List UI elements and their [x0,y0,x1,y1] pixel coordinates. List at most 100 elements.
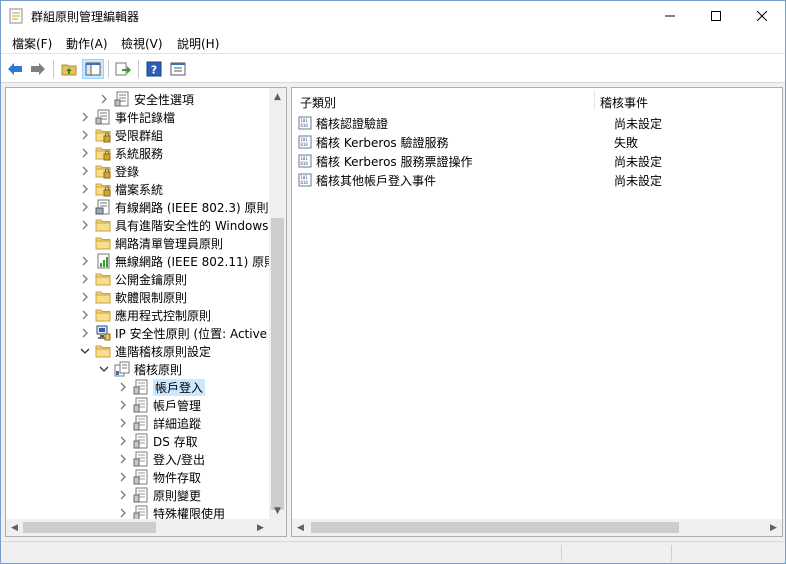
back-button[interactable] [4,59,26,79]
tree-item[interactable]: 進階稽核原則設定 [79,342,211,360]
audit-category-icon [133,379,149,395]
tree-item-label: 帳戶登入 [153,378,206,396]
list-item[interactable]: 101 010 稽核 Kerberos 驗證服務 失敗 [298,133,768,151]
chevron-right-icon[interactable] [79,108,91,126]
toolbar: ? [1,53,785,83]
chevron-right-icon[interactable] [117,414,129,432]
tree-item[interactable]: 受限群組 [79,126,163,144]
tree-item[interactable]: 檔案系統 [79,180,163,198]
tree-horizontal-scroll-thumb[interactable] [23,522,156,533]
maximize-button[interactable] [693,1,739,31]
menu-view[interactable]: 檢視(V) [121,35,163,52]
chevron-right-icon[interactable] [117,486,129,504]
show-hide-tree-button[interactable] [82,59,104,79]
column-header-audit-events[interactable]: 稽核事件 [600,94,648,111]
chevron-right-icon[interactable] [79,306,91,324]
column-header-subcategory[interactable]: 子類別 [300,94,336,111]
chevron-right-icon[interactable] [79,324,91,342]
chevron-right-icon[interactable] [79,162,91,180]
chevron-right-icon[interactable] [79,180,91,198]
chevron-right-icon[interactable] [117,432,129,450]
list-item[interactable]: 101 010 稽核其他帳戶登入事件 尚未設定 [298,171,768,189]
minimize-button[interactable] [647,1,693,31]
scroll-right-arrow-icon[interactable]: ▶ [765,519,782,536]
tree-item[interactable]: 詳細追蹤 [117,414,201,432]
tree-item[interactable]: 安全性選項 [98,90,194,108]
tree-item[interactable]: 物件存取 [117,468,201,486]
close-button[interactable] [739,1,785,31]
app-icon [9,8,23,24]
list-horizontal-scroll-thumb[interactable] [311,522,679,533]
audit-category-icon [133,397,149,413]
details-list-pane[interactable]: 子類別 稽核事件 101 010 稽核認證驗證 尚未設定 101 010 稽核 Kerber… [291,87,783,537]
tree-item[interactable]: DS 存取 [117,432,198,450]
tree-item[interactable]: 系統服務 [79,144,163,162]
scroll-left-arrow-icon[interactable]: ◀ [292,519,309,536]
tree-item[interactable]: 應用程式控制原則 [79,306,211,324]
tree-item-label: 帳戶管理 [153,398,202,413]
tree-item[interactable]: 事件記錄檔 [79,108,175,126]
tree-item[interactable]: IP 安全性原則 (位置: Active [79,324,267,342]
properties-button[interactable] [167,59,189,79]
tree-item[interactable]: 網路清單管理員原則 [79,234,223,252]
title-bar: 群組原則管理編輯器 [1,1,785,31]
tree-item[interactable]: 帳戶管理 [117,396,201,414]
back-arrow-icon [8,63,22,75]
scroll-down-arrow-icon[interactable]: ▼ [269,502,286,519]
toolbar-separator [108,60,109,78]
tree-horizontal-scrollbar[interactable]: ◀ ▶ [6,519,269,536]
up-folder-button[interactable] [58,59,80,79]
scroll-up-arrow-icon[interactable]: ▲ [269,88,286,105]
menu-action[interactable]: 動作(A) [66,35,108,52]
chevron-right-icon[interactable] [117,468,129,486]
chevron-right-icon[interactable] [79,252,91,270]
tree-item[interactable]: 稽核原則 [98,360,182,378]
scroll-left-arrow-icon[interactable]: ◀ [6,519,23,536]
tree-item[interactable]: 帳戶登入 [117,378,206,396]
tree-vertical-scrollbar[interactable]: ▲ ▼ [269,88,286,519]
column-divider[interactable] [594,90,595,110]
chevron-down-icon[interactable] [98,360,110,378]
console-tree-pane[interactable]: 安全性選項事件記錄檔 受限群組 系統服務 登錄 檔案系統 有線網路 (IEEE 802.3… [5,87,287,537]
chevron-right-icon[interactable] [98,90,110,108]
tree-item[interactable]: 公開金鑰原則 [79,270,187,288]
audit-category-icon [133,415,149,431]
chevron-down-icon[interactable] [79,342,91,360]
subcategory-setting-icon: 101 010 [298,135,312,149]
folder-icon [95,235,111,251]
help-button[interactable]: ? [143,59,165,79]
chevron-right-icon[interactable] [79,216,91,234]
tree-item[interactable]: 登錄 [79,162,139,180]
tree-item-label: 事件記錄檔 [115,110,176,125]
forward-button[interactable] [27,59,49,79]
tree-item[interactable]: 原則變更 [117,486,201,504]
toolbar-separator [138,60,139,78]
tree-item[interactable]: 有線網路 (IEEE 802.3) 原則 [79,198,268,216]
export-list-button[interactable] [112,59,134,79]
chevron-right-icon[interactable] [117,378,129,396]
tree-item[interactable]: 軟體限制原則 [79,288,187,306]
chevron-right-icon[interactable] [79,144,91,162]
chevron-right-icon[interactable] [79,270,91,288]
export-list-icon [115,62,131,76]
scroll-right-arrow-icon[interactable]: ▶ [252,519,269,536]
tree-item[interactable]: 具有進階安全性的 Windows [79,216,268,234]
chevron-right-icon[interactable] [117,396,129,414]
menu-bar: 檔案(F) 動作(A) 檢視(V) 說明(H) [1,31,785,53]
wireless-network-icon [95,253,111,269]
tree-item-label: IP 安全性原則 (位置: Active [115,326,268,341]
list-horizontal-scrollbar[interactable]: ◀ ▶ [292,519,782,536]
chevron-right-icon[interactable] [117,450,129,468]
status-cell [671,545,781,561]
list-item[interactable]: 101 010 稽核 Kerberos 服務票證操作 尚未設定 [298,152,768,170]
menu-file[interactable]: 檔案(F) [12,35,52,52]
list-item[interactable]: 101 010 稽核認證驗證 尚未設定 [298,114,768,132]
menu-help[interactable]: 說明(H) [177,35,219,52]
chevron-right-icon[interactable] [79,288,91,306]
chevron-right-icon[interactable] [79,126,91,144]
tree-vertical-scroll-thumb[interactable] [271,218,284,510]
tree-item[interactable]: 無線網路 (IEEE 802.11) 原則 [79,252,276,270]
chevron-right-icon[interactable] [79,198,91,216]
tree-item[interactable]: 登入/登出 [117,450,205,468]
